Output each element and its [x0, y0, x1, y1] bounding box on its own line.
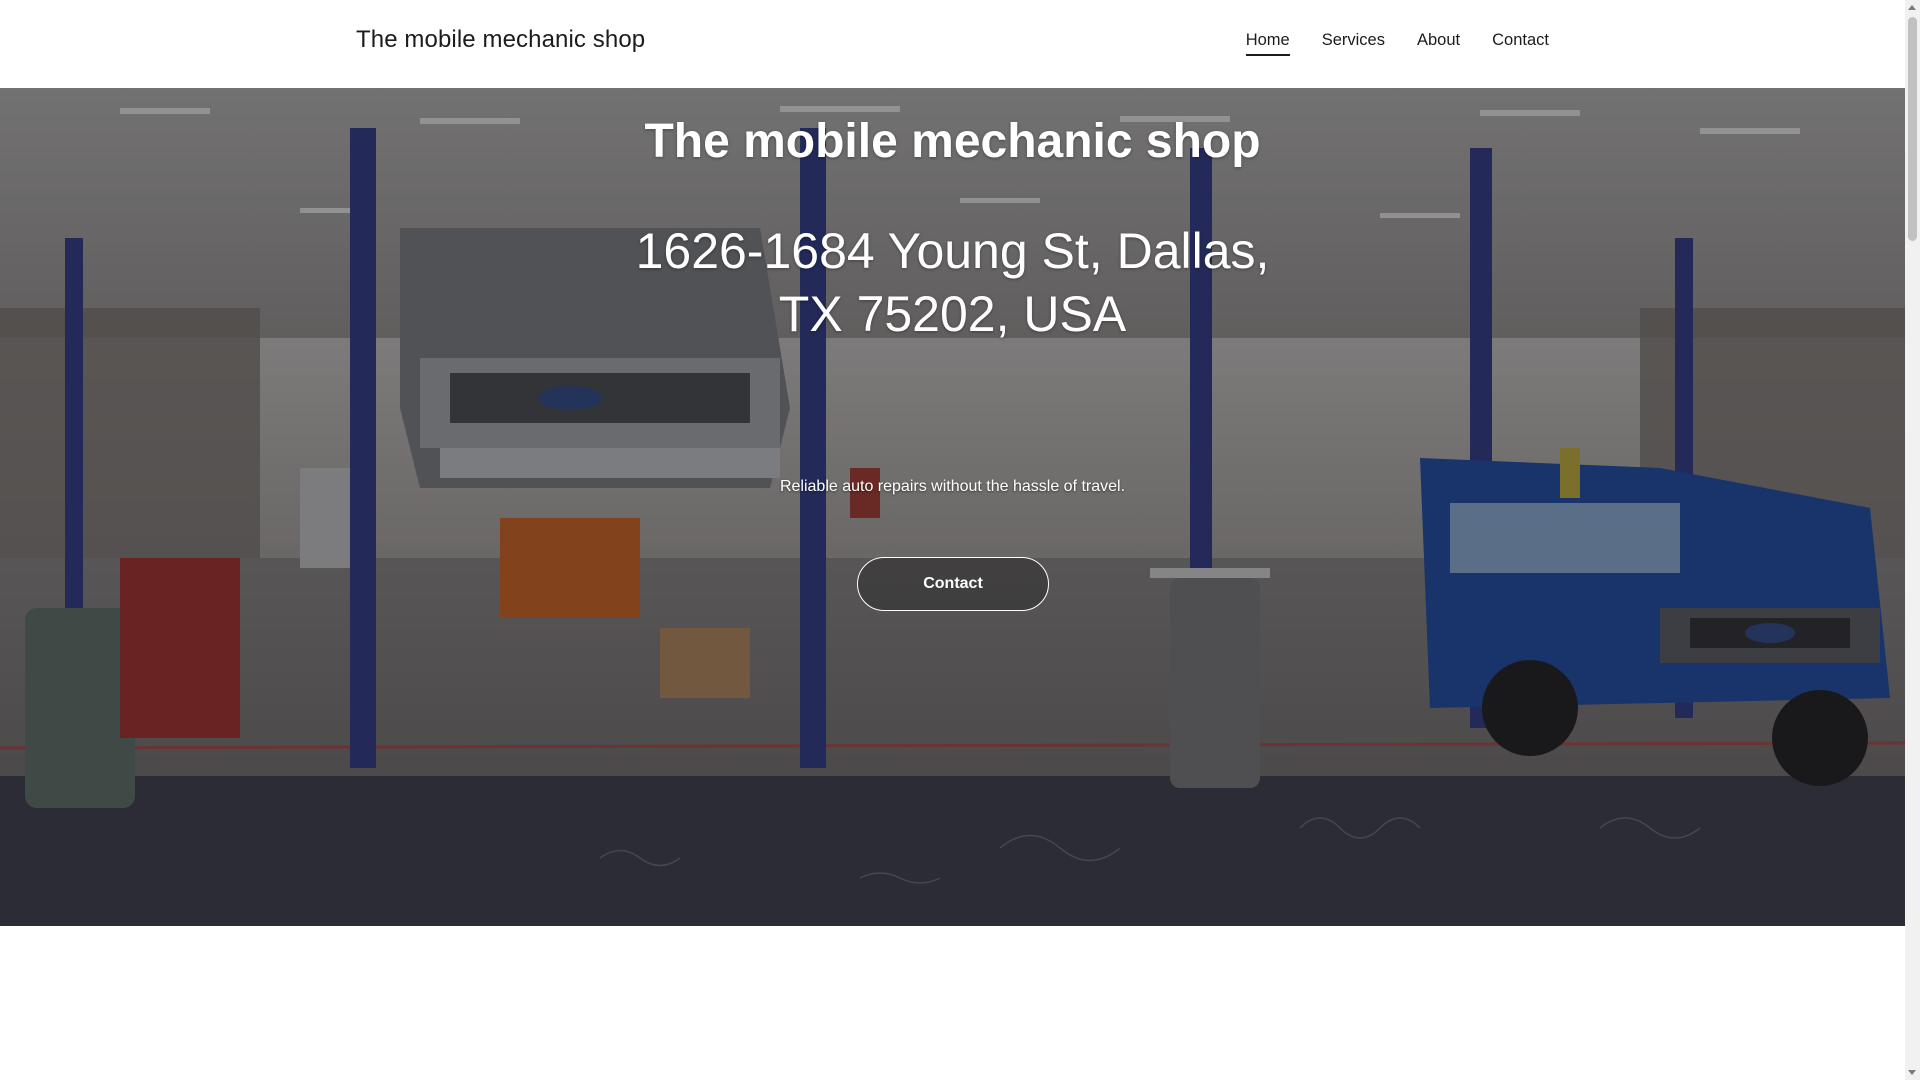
nav-item-about[interactable]: About	[1417, 31, 1460, 56]
scroll-up-arrow-icon[interactable]	[1908, 5, 1916, 10]
scroll-thumb[interactable]	[1908, 17, 1917, 241]
hero-contact-button[interactable]: Contact	[857, 557, 1049, 611]
hero-address: 1626-1684 Young St, Dallas, TX 75202, US…	[635, 223, 1270, 342]
page: The mobile mechanic shop Home Services A…	[0, 0, 1920, 1080]
hero-overlay	[0, 88, 1905, 926]
main-nav: Home Services About Contact	[1245, 31, 1549, 56]
hero-section: The mobile mechanic shop 1626-1684 Young…	[0, 88, 1905, 926]
nav-item-home[interactable]: Home	[1245, 31, 1290, 56]
nav-item-services[interactable]: Services	[1322, 31, 1385, 56]
scroll-down-arrow-icon[interactable]	[1908, 1070, 1916, 1075]
site-brand[interactable]: The mobile mechanic shop	[356, 26, 645, 54]
nav-item-contact[interactable]: Contact	[1492, 31, 1549, 56]
page-scrollbar[interactable]	[1905, 0, 1920, 1080]
hero-title: The mobile mechanic shop	[644, 115, 1261, 168]
hero-tagline: Reliable auto repairs without the hassle…	[779, 478, 1126, 495]
site-header: The mobile mechanic shop Home Services A…	[0, 0, 1905, 88]
